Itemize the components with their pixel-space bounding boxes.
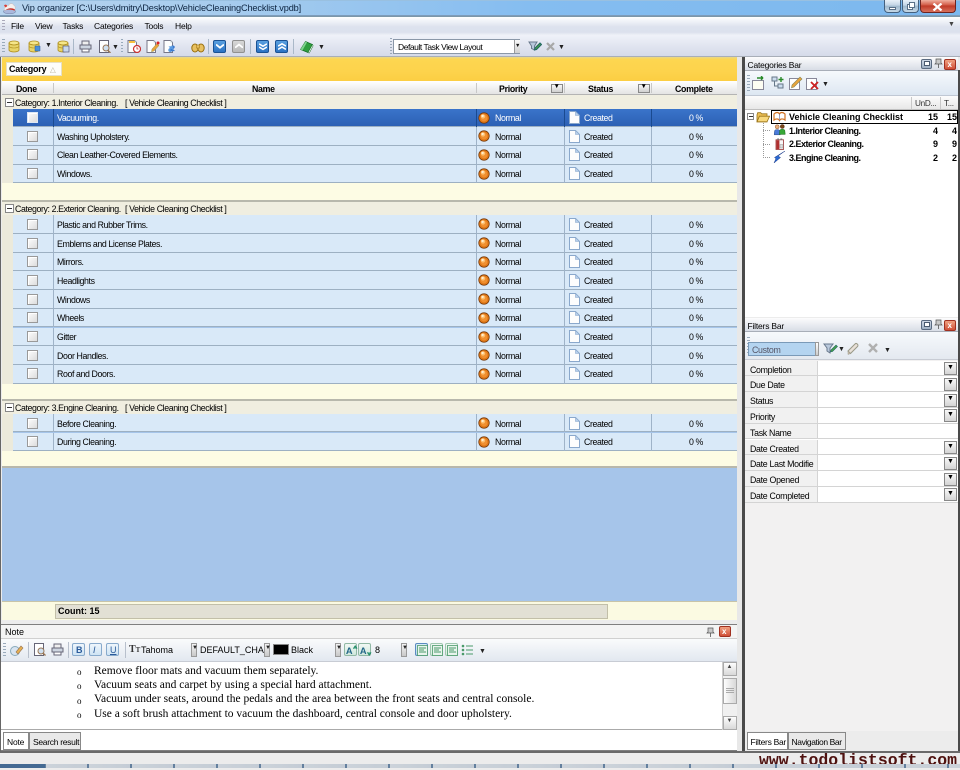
- svg-text:A: A: [346, 646, 353, 656]
- svg-text:A: A: [360, 646, 367, 656]
